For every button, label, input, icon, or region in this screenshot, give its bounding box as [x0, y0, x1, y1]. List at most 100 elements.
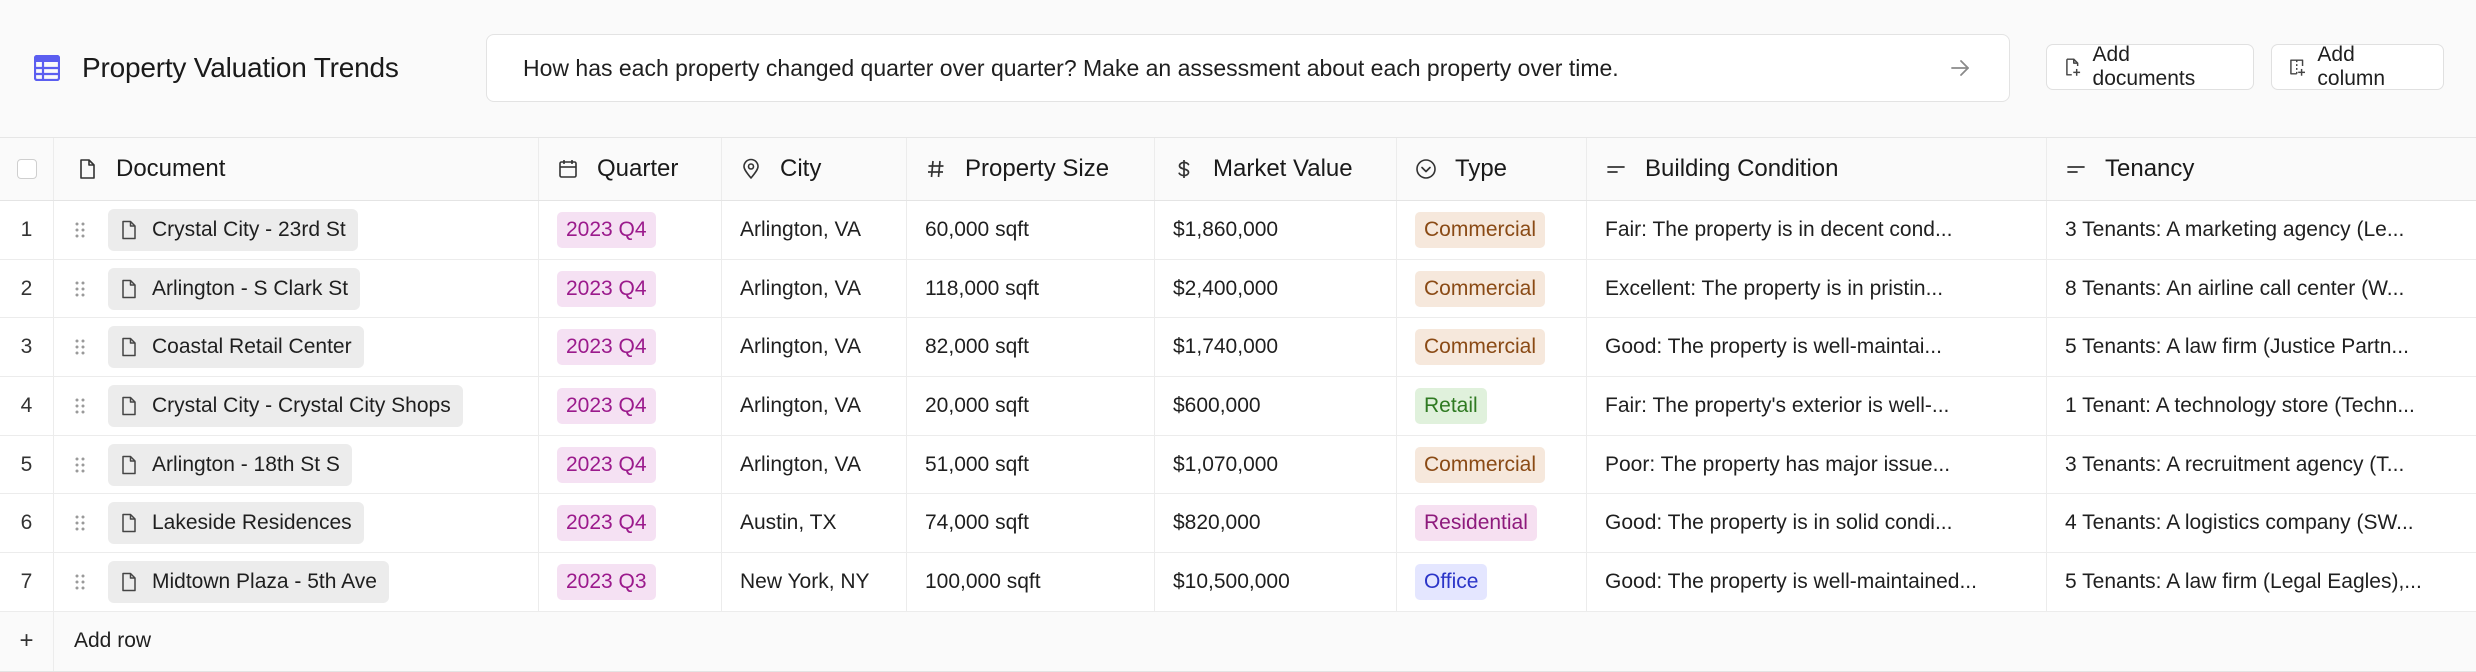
- document-cell[interactable]: Midtown Plaza - 5th Ave: [54, 553, 539, 611]
- table-row[interactable]: 5 Arlington - 18th St S 2023 Q4 Arlingto…: [0, 435, 2476, 495]
- select-all-checkbox[interactable]: [16, 159, 37, 179]
- type-cell[interactable]: Commercial: [1397, 259, 1587, 318]
- drag-handle-icon[interactable]: [74, 397, 86, 415]
- row-index[interactable]: 5: [0, 435, 54, 494]
- property-size-cell[interactable]: 118,000 sqft: [907, 259, 1155, 318]
- quarter-cell[interactable]: 2023 Q4: [539, 494, 722, 553]
- quarter-cell[interactable]: 2023 Q4: [539, 318, 722, 377]
- add-row-cell[interactable]: Add row: [54, 612, 2476, 671]
- property-size-cell[interactable]: 60,000 sqft: [907, 201, 1155, 259]
- row-index[interactable]: 6: [0, 494, 54, 553]
- table-row[interactable]: 7 Midtown Plaza - 5th Ave 2023 Q3 New Yo…: [0, 553, 2476, 612]
- city-cell[interactable]: Arlington, VA: [722, 377, 907, 435]
- drag-handle-icon[interactable]: [74, 456, 86, 474]
- property-size-cell[interactable]: 20,000 sqft: [907, 377, 1155, 435]
- property-size-cell[interactable]: 100,000 sqft: [907, 553, 1155, 611]
- column-header-tenancy[interactable]: Tenancy: [2047, 138, 2476, 200]
- arrow-right-icon[interactable]: [1949, 57, 1971, 79]
- city-cell[interactable]: Arlington, VA: [722, 201, 907, 259]
- document-chip[interactable]: Arlington - 18th St S: [108, 443, 352, 486]
- table-row[interactable]: 3 Coastal Retail Center 2023 Q4 Arlingto…: [0, 318, 2476, 378]
- drag-handle-icon[interactable]: [74, 514, 86, 532]
- query-input[interactable]: How has each property changed quarter ov…: [486, 34, 2010, 102]
- building-condition-cell[interactable]: Fair: The property is in decent cond...: [1587, 201, 2047, 259]
- row-index[interactable]: 2: [0, 259, 54, 318]
- type-cell[interactable]: Retail: [1397, 377, 1587, 435]
- add-row-plus-cell[interactable]: +: [0, 611, 54, 671]
- table-row[interactable]: 6 Lakeside Residences 2023 Q4 Austin, TX…: [0, 494, 2476, 554]
- quarter-cell[interactable]: 2023 Q4: [539, 259, 722, 318]
- document-chip[interactable]: Coastal Retail Center: [108, 326, 364, 369]
- table-row[interactable]: 1 Crystal City - 23rd St 2023 Q4 Arlingt…: [0, 201, 2476, 260]
- type-cell[interactable]: Commercial: [1397, 435, 1587, 494]
- property-size-cell[interactable]: 74,000 sqft: [907, 494, 1155, 553]
- tenancy-cell[interactable]: 3 Tenants: A recruitment agency (T...: [2047, 436, 2476, 494]
- property-size-cell[interactable]: 51,000 sqft: [907, 435, 1155, 494]
- market-value-cell[interactable]: $1,740,000: [1155, 318, 1397, 377]
- tenancy-cell[interactable]: 5 Tenants: A law firm (Legal Eagles),...: [2047, 553, 2476, 611]
- row-index[interactable]: 1: [0, 201, 54, 259]
- market-value-cell[interactable]: $1,860,000: [1155, 201, 1397, 259]
- column-header-document[interactable]: Document: [54, 138, 539, 200]
- document-chip[interactable]: Crystal City - Crystal City Shops: [108, 384, 463, 427]
- column-header-property-size[interactable]: Property Size: [907, 138, 1155, 200]
- market-value-cell[interactable]: $820,000: [1155, 494, 1397, 553]
- building-condition-cell[interactable]: Excellent: The property is in pristin...: [1587, 259, 2047, 318]
- drag-handle-icon[interactable]: [74, 221, 86, 239]
- document-cell[interactable]: Crystal City - 23rd St: [54, 201, 539, 259]
- type-cell[interactable]: Office: [1397, 553, 1587, 611]
- city-cell[interactable]: Arlington, VA: [722, 259, 907, 318]
- document-chip[interactable]: Lakeside Residences: [108, 502, 364, 545]
- market-value-cell[interactable]: $1,070,000: [1155, 435, 1397, 494]
- document-cell[interactable]: Arlington - 18th St S: [54, 435, 539, 494]
- tenancy-cell[interactable]: 3 Tenants: A marketing agency (Le...: [2047, 201, 2476, 259]
- document-chip[interactable]: Crystal City - 23rd St: [108, 208, 358, 251]
- building-condition-cell[interactable]: Good: The property is well-maintained...: [1587, 553, 2047, 611]
- table-row[interactable]: 2 Arlington - S Clark St 2023 Q4 Arlingt…: [0, 259, 2476, 319]
- type-cell[interactable]: Commercial: [1397, 318, 1587, 377]
- document-chip[interactable]: Arlington - S Clark St: [108, 267, 361, 310]
- add-row-label[interactable]: Add row: [54, 629, 151, 653]
- city-cell[interactable]: Arlington, VA: [722, 318, 907, 377]
- column-header-building-condition[interactable]: Building Condition: [1587, 138, 2047, 200]
- document-cell[interactable]: Lakeside Residences: [54, 494, 539, 553]
- type-cell[interactable]: Residential: [1397, 494, 1587, 553]
- add-row[interactable]: + Add row: [0, 611, 2476, 672]
- row-index[interactable]: 4: [0, 377, 54, 435]
- query-text[interactable]: How has each property changed quarter ov…: [523, 55, 1619, 82]
- column-header-type[interactable]: Type: [1397, 138, 1587, 200]
- city-cell[interactable]: Austin, TX: [722, 494, 907, 553]
- drag-handle-icon[interactable]: [74, 573, 86, 591]
- tenancy-cell[interactable]: 4 Tenants: A logistics company (SW...: [2047, 494, 2476, 552]
- row-index[interactable]: 3: [0, 318, 54, 377]
- column-header-market-value[interactable]: Market Value: [1155, 138, 1397, 200]
- drag-handle-icon[interactable]: [74, 338, 86, 356]
- tenancy-cell[interactable]: 5 Tenants: A law firm (Justice Partn...: [2047, 318, 2476, 376]
- building-condition-cell[interactable]: Good: The property is well-maintai...: [1587, 318, 2047, 377]
- building-condition-cell[interactable]: Good: The property is in solid condi...: [1587, 494, 2047, 553]
- document-cell[interactable]: Crystal City - Crystal City Shops: [54, 377, 539, 435]
- market-value-cell[interactable]: $10,500,000: [1155, 553, 1397, 611]
- quarter-cell[interactable]: 2023 Q4: [539, 201, 722, 259]
- city-cell[interactable]: Arlington, VA: [722, 435, 907, 494]
- drag-handle-icon[interactable]: [74, 280, 86, 298]
- document-chip[interactable]: Midtown Plaza - 5th Ave: [108, 560, 389, 603]
- table-row[interactable]: 4 Crystal City - Crystal City Shops 2023…: [0, 377, 2476, 436]
- quarter-cell[interactable]: 2023 Q4: [539, 435, 722, 494]
- quarter-cell[interactable]: 2023 Q4: [539, 377, 722, 435]
- market-value-cell[interactable]: $2,400,000: [1155, 259, 1397, 318]
- market-value-cell[interactable]: $600,000: [1155, 377, 1397, 435]
- column-header-city[interactable]: City: [722, 138, 907, 200]
- tenancy-cell[interactable]: 1 Tenant: A technology store (Techn...: [2047, 377, 2476, 435]
- property-size-cell[interactable]: 82,000 sqft: [907, 318, 1155, 377]
- tenancy-cell[interactable]: 8 Tenants: An airline call center (W...: [2047, 260, 2476, 318]
- quarter-cell[interactable]: 2023 Q3: [539, 553, 722, 611]
- building-condition-cell[interactable]: Poor: The property has major issue...: [1587, 435, 2047, 494]
- select-all-cell[interactable]: [0, 138, 54, 200]
- type-cell[interactable]: Commercial: [1397, 201, 1587, 259]
- building-condition-cell[interactable]: Fair: The property's exterior is well-..…: [1587, 377, 2047, 435]
- add-column-button[interactable]: Add column: [2271, 43, 2444, 90]
- city-cell[interactable]: New York, NY: [722, 553, 907, 611]
- add-documents-button[interactable]: Add documents: [2046, 43, 2254, 90]
- row-index[interactable]: 7: [0, 553, 54, 611]
